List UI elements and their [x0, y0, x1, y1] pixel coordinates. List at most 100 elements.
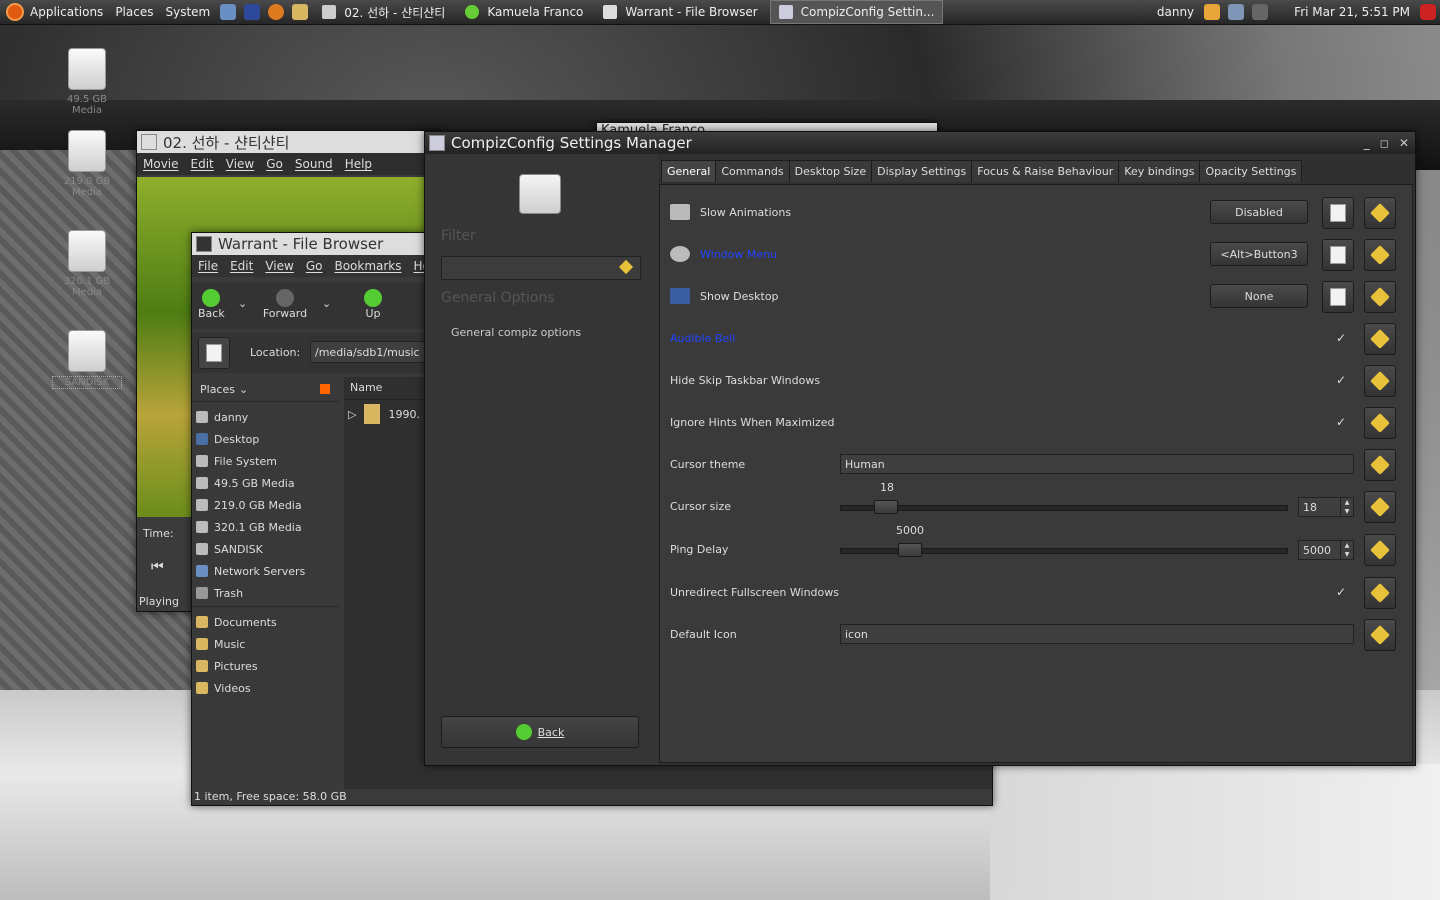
- expand-triangle-icon[interactable]: ▷: [348, 408, 356, 421]
- ping-delay-slider-handle[interactable]: [898, 543, 922, 557]
- show-desktop-launcher-icon[interactable]: [220, 4, 237, 20]
- menu-file[interactable]: File: [198, 259, 218, 273]
- menu-edit[interactable]: Edit: [230, 259, 253, 273]
- desktop-drive-320gb[interactable]: 320.1 GB Media: [52, 230, 122, 298]
- menu-go[interactable]: Go: [266, 157, 283, 171]
- reset-ignore-hints-button[interactable]: [1364, 407, 1396, 439]
- reset-cursor-theme-button[interactable]: [1364, 449, 1396, 481]
- compizconfig-window[interactable]: CompizConfig Settings Manager _ ◻ ✕ Filt…: [424, 131, 1416, 766]
- file-manager-launcher-icon[interactable]: [292, 4, 309, 20]
- bookmark-documents[interactable]: Documents: [192, 611, 340, 633]
- menu-help[interactable]: Help: [345, 157, 372, 171]
- ping-delay-spinbox[interactable]: 5000 ▲ ▼: [1298, 540, 1354, 560]
- place-320gb[interactable]: 320.1 GB Media: [192, 516, 340, 538]
- menu-view[interactable]: View: [226, 157, 254, 171]
- place-trash[interactable]: Trash: [192, 582, 340, 604]
- place-219gb[interactable]: 219.0 GB Media: [192, 494, 340, 516]
- tab-desktop-size[interactable]: Desktop Size: [788, 160, 873, 182]
- previous-track-icon[interactable]: ⏮: [151, 559, 164, 575]
- desktop-drive-49gb[interactable]: 49.5 GB Media: [52, 48, 122, 116]
- default-icon-input[interactable]: icon: [840, 624, 1354, 644]
- reset-slow-animations-button[interactable]: [1364, 197, 1396, 229]
- bookmark-music[interactable]: Music: [192, 633, 340, 655]
- volume-icon[interactable]: [1252, 4, 1269, 20]
- clock[interactable]: Fri Mar 21, 5:51 PM: [1288, 0, 1416, 24]
- movie-player-titlebar[interactable]: 02. 선하 - 샨티샨티: [137, 131, 437, 153]
- menu-movie[interactable]: Movie: [143, 157, 179, 171]
- task-movie-player[interactable]: 02. 선하 - 샨티샨티: [314, 1, 453, 23]
- forward-button[interactable]: Forward: [260, 289, 310, 320]
- show-desktop-value-button[interactable]: None: [1210, 284, 1308, 308]
- reset-show-desktop-button[interactable]: [1364, 281, 1396, 313]
- audible-bell-checkbox[interactable]: ✓: [1336, 331, 1346, 345]
- menu-edit[interactable]: Edit: [191, 157, 214, 171]
- network-icon[interactable]: [1228, 4, 1245, 20]
- task-compizconfig[interactable]: CompizConfig Settin...: [769, 0, 944, 24]
- place-49gb[interactable]: 49.5 GB Media: [192, 472, 340, 494]
- applications-menu[interactable]: Applications: [0, 0, 109, 24]
- spin-arrows-icon[interactable]: ▲ ▼: [1340, 498, 1353, 516]
- tab-key-bindings[interactable]: Key bindings: [1118, 160, 1201, 182]
- close-sidebar-icon[interactable]: [320, 384, 330, 394]
- reset-window-menu-button[interactable]: [1364, 239, 1396, 271]
- tab-commands[interactable]: Commands: [715, 160, 790, 182]
- task-kamuela[interactable]: Kamuela Franco: [457, 1, 591, 23]
- toggle-location-button[interactable]: [198, 337, 230, 369]
- places-dropdown[interactable]: Places ⌄: [192, 377, 340, 402]
- power-icon[interactable]: [1420, 4, 1436, 20]
- place-desktop[interactable]: Desktop: [192, 428, 340, 450]
- reset-ping-delay-button[interactable]: [1364, 534, 1396, 566]
- window-menu-value-button[interactable]: <Alt>Button3: [1210, 242, 1308, 266]
- spin-arrows-icon[interactable]: ▲ ▼: [1340, 541, 1353, 559]
- minimize-icon[interactable]: _: [1364, 136, 1370, 150]
- back-dropdown-icon[interactable]: ⌄: [238, 297, 247, 310]
- tab-focus-raise[interactable]: Focus & Raise Behaviour: [971, 160, 1120, 182]
- cursor-size-slider-handle[interactable]: [874, 500, 898, 514]
- up-button[interactable]: Up: [360, 289, 386, 320]
- place-sandisk[interactable]: SANDISK: [192, 538, 340, 560]
- back-button[interactable]: Back: [198, 289, 225, 320]
- slow-animations-value-button[interactable]: Disabled: [1210, 200, 1308, 224]
- menu-sound[interactable]: Sound: [295, 157, 333, 171]
- back-button[interactable]: Back: [441, 716, 639, 748]
- maximize-icon[interactable]: ◻: [1380, 137, 1389, 150]
- ignore-hints-checkbox[interactable]: ✓: [1336, 415, 1346, 429]
- menu-go[interactable]: Go: [306, 259, 323, 273]
- desktop-drive-sandisk[interactable]: SANDISK: [52, 330, 122, 389]
- place-home[interactable]: danny: [192, 406, 340, 428]
- cursor-size-spinbox[interactable]: 18 ▲ ▼: [1298, 497, 1354, 517]
- edit-show-desktop-button[interactable]: [1322, 281, 1354, 313]
- tab-general[interactable]: General: [661, 160, 717, 182]
- reset-default-icon-button[interactable]: [1364, 619, 1396, 651]
- compizconfig-titlebar[interactable]: CompizConfig Settings Manager _ ◻ ✕: [425, 132, 1415, 154]
- menu-bookmarks[interactable]: Bookmarks: [334, 259, 401, 273]
- system-menu[interactable]: System: [159, 0, 216, 24]
- edit-window-menu-button[interactable]: [1322, 239, 1354, 271]
- place-filesystem[interactable]: File System: [192, 450, 340, 472]
- reset-cursor-size-button[interactable]: [1364, 491, 1396, 523]
- firefox-launcher-icon[interactable]: [268, 4, 285, 20]
- hide-skip-taskbar-checkbox[interactable]: ✓: [1336, 373, 1346, 387]
- bookmark-videos[interactable]: Videos: [192, 677, 340, 699]
- reset-audible-bell-button[interactable]: [1364, 323, 1396, 355]
- close-icon[interactable]: ✕: [1399, 136, 1409, 150]
- cursor-size-slider[interactable]: [840, 505, 1288, 511]
- forward-dropdown-icon[interactable]: ⌄: [322, 297, 331, 310]
- edit-slow-animations-button[interactable]: [1322, 197, 1354, 229]
- reset-unredirect-button[interactable]: [1364, 577, 1396, 609]
- place-network[interactable]: Network Servers: [192, 560, 340, 582]
- reset-hide-skip-taskbar-button[interactable]: [1364, 365, 1396, 397]
- places-menu[interactable]: Places: [109, 0, 159, 24]
- task-file-browser[interactable]: Warrant - File Browser: [595, 1, 765, 23]
- desktop-drive-219gb[interactable]: 219.0 GB Media: [52, 130, 122, 198]
- chat-notify-icon[interactable]: [1204, 4, 1221, 20]
- menu-view[interactable]: View: [265, 259, 293, 273]
- cursor-theme-input[interactable]: Human: [840, 454, 1354, 474]
- tab-opacity[interactable]: Opacity Settings: [1199, 160, 1303, 182]
- user-name[interactable]: danny: [1151, 0, 1200, 24]
- help-launcher-icon[interactable]: [244, 4, 261, 20]
- bookmark-pictures[interactable]: Pictures: [192, 655, 340, 677]
- tab-display-settings[interactable]: Display Settings: [871, 160, 973, 182]
- unredirect-checkbox[interactable]: ✓: [1336, 585, 1346, 599]
- filter-input[interactable]: [441, 256, 641, 280]
